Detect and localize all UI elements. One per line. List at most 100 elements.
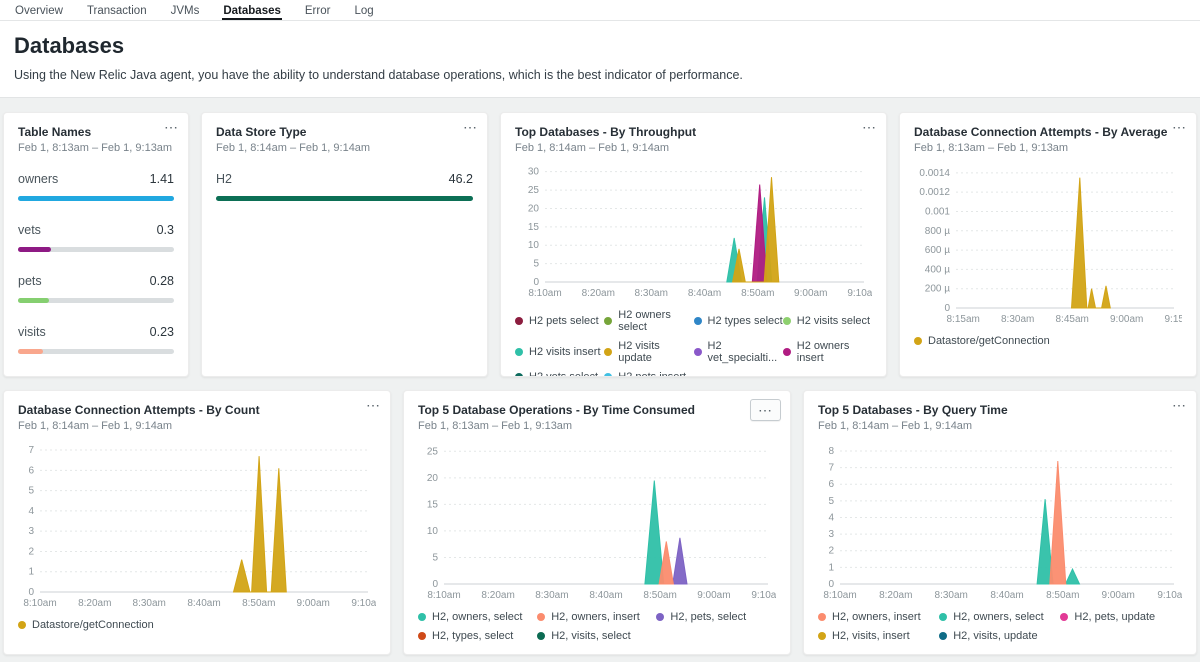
operations-time-area-chart[interactable]: 05101520258:10am8:20am8:30am8:40am8:50am… — [418, 438, 776, 602]
legend-item[interactable]: H2 visits update — [604, 340, 693, 364]
svg-text:8:30am: 8:30am — [1001, 314, 1034, 325]
svg-text:25: 25 — [528, 185, 540, 196]
legend-label: H2, owners, select — [953, 611, 1043, 623]
svg-text:5: 5 — [828, 496, 834, 507]
legend-item[interactable]: H2 pets insert — [604, 371, 693, 377]
legend-item[interactable]: H2, visits, update — [939, 630, 1060, 642]
card-date-range: Feb 1, 8:13am – Feb 1, 9:13am — [418, 420, 776, 432]
card-date-range: Feb 1, 8:14am – Feb 1, 9:14am — [18, 420, 376, 432]
legend-label: H2 pets insert — [618, 371, 686, 377]
svg-text:8:10am: 8:10am — [23, 598, 56, 609]
legend-item[interactable]: Datastore/getConnection — [914, 335, 1050, 347]
chart-legend: H2 pets select H2 owners selectH2 types s… — [515, 309, 872, 377]
svg-text:4: 4 — [828, 512, 834, 523]
legend-item[interactable]: H2, pets, select — [656, 611, 775, 623]
legend-item[interactable]: H2, owners, insert — [818, 611, 939, 623]
legend-label: H2 pets select — [529, 315, 599, 327]
tab-error[interactable]: Error — [304, 2, 332, 20]
legend-label: H2 owners insert — [797, 340, 872, 364]
bar-value: 46.2 — [449, 172, 473, 186]
legend-item[interactable]: H2, owners, select — [939, 611, 1060, 623]
svg-text:0.0012: 0.0012 — [919, 187, 950, 198]
more-menu-icon[interactable]: ⋯ — [1172, 397, 1187, 413]
legend-color-dot — [818, 613, 826, 621]
legend-label: H2 owners select — [618, 309, 693, 333]
legend-color-dot — [537, 632, 545, 640]
more-menu-icon[interactable]: ⋯ — [1172, 119, 1187, 135]
legend-item[interactable]: H2, types, select — [418, 630, 537, 642]
svg-text:8:50am: 8:50am — [1046, 590, 1079, 601]
legend-item[interactable]: Datastore/getConnection — [18, 619, 154, 631]
svg-text:6: 6 — [828, 479, 834, 490]
tab-jvms[interactable]: JVMs — [170, 2, 201, 20]
card-title: Database Connection Attempts - By Averag… — [914, 125, 1182, 139]
legend-color-dot — [783, 348, 791, 356]
page-description: Using the New Relic Java agent, you have… — [14, 68, 1186, 82]
dashboard-board: Table Names Feb 1, 8:13am – Feb 1, 9:13a… — [0, 98, 1200, 659]
chart-svg: 0123456788:10am8:20am8:30am8:40am8:50am9… — [818, 438, 1182, 602]
svg-text:600 µ: 600 µ — [925, 245, 950, 256]
legend-item[interactable]: H2, visits, select — [537, 630, 656, 642]
connection-average-area-chart[interactable]: 0200 µ400 µ600 µ800 µ0.0010.00120.00148:… — [914, 160, 1182, 326]
tab-databases[interactable]: Databases — [222, 2, 282, 20]
more-menu-icon[interactable]: ⋯ — [164, 119, 179, 135]
more-menu-icon[interactable]: ⋯ — [862, 119, 877, 135]
svg-text:15: 15 — [528, 222, 540, 233]
tab-log[interactable]: Log — [353, 2, 374, 20]
bar-track — [18, 298, 174, 303]
legend-item[interactable]: H2 pets select — [515, 309, 604, 333]
svg-text:4: 4 — [28, 506, 34, 517]
legend-item[interactable]: H2 vets select — [515, 371, 604, 377]
legend-item[interactable]: H2, owners, select — [418, 611, 537, 623]
legend-item[interactable]: H2, pets, update — [1060, 611, 1181, 623]
more-menu-icon[interactable]: ⋯ — [463, 119, 478, 135]
chart-legend: H2, owners, insert H2, owners, select H2, … — [818, 611, 1182, 642]
svg-text:0: 0 — [28, 587, 34, 598]
svg-text:0: 0 — [533, 277, 539, 288]
query-time-area-chart[interactable]: 0123456788:10am8:20am8:30am8:40am8:50am9… — [818, 438, 1182, 602]
svg-text:5: 5 — [533, 259, 539, 270]
legend-item[interactable]: H2 types select — [694, 309, 783, 333]
legend-item[interactable]: H2 owners select — [604, 309, 693, 333]
more-menu-icon[interactable]: ⋯ — [366, 397, 381, 413]
chart-svg: 012345678:10am8:20am8:30am8:40am8:50am9:… — [18, 438, 376, 610]
svg-text:10: 10 — [427, 526, 439, 537]
legend-color-dot — [914, 337, 922, 345]
legend-color-dot — [818, 632, 826, 640]
legend-label: H2, owners, insert — [551, 611, 640, 623]
bar-fill — [18, 349, 43, 354]
bar-row: owners1.41 — [18, 172, 174, 201]
more-menu-icon[interactable]: ⋯ — [750, 399, 781, 421]
legend-item[interactable]: H2 vet_specialti... — [694, 340, 783, 364]
legend-item[interactable]: H2, owners, insert — [537, 611, 656, 623]
svg-text:20: 20 — [528, 203, 540, 214]
tab-overview[interactable]: Overview — [14, 2, 64, 20]
card-date-range: Feb 1, 8:14am – Feb 1, 9:14am — [515, 142, 872, 154]
legend-item[interactable]: H2 owners insert — [783, 340, 872, 364]
svg-text:8:10am: 8:10am — [528, 288, 561, 299]
legend-color-dot — [18, 621, 26, 629]
bar-row: vets0.3 — [18, 223, 174, 252]
bar-fill — [216, 196, 473, 201]
connection-count-area-chart[interactable]: 012345678:10am8:20am8:30am8:40am8:50am9:… — [18, 438, 376, 610]
chart-svg: 0200 µ400 µ600 µ800 µ0.0010.00120.00148:… — [914, 160, 1182, 326]
svg-text:9:00am: 9:00am — [1110, 314, 1143, 325]
legend-item[interactable]: H2 visits insert — [515, 340, 604, 364]
card-title: Database Connection Attempts - By Count — [18, 403, 376, 417]
bar-track — [18, 349, 174, 354]
legend-label: H2, types, select — [432, 630, 513, 642]
legend-item[interactable]: H2, visits, insert — [818, 630, 939, 642]
legend-item[interactable]: H2 visits select — [783, 309, 872, 333]
tab-transaction[interactable]: Transaction — [86, 2, 148, 20]
svg-text:9:10am: 9:10am — [1157, 590, 1182, 601]
legend-label: H2, owners, insert — [832, 611, 921, 623]
bar-list: owners1.41vets0.3pets0.28visits0.23 — [18, 172, 174, 354]
bar-fill — [18, 247, 51, 252]
bar-track — [216, 196, 473, 201]
throughput-area-chart[interactable]: 0510152025308:10am8:20am8:30am8:40am8:50… — [515, 160, 872, 300]
svg-text:0: 0 — [828, 579, 834, 590]
chart-legend: H2, owners, select H2, owners, insert H2, … — [418, 611, 776, 642]
chart-svg: 0510152025308:10am8:20am8:30am8:40am8:50… — [515, 160, 872, 300]
svg-text:20: 20 — [427, 473, 439, 484]
legend-label: H2 vets select — [529, 371, 598, 377]
